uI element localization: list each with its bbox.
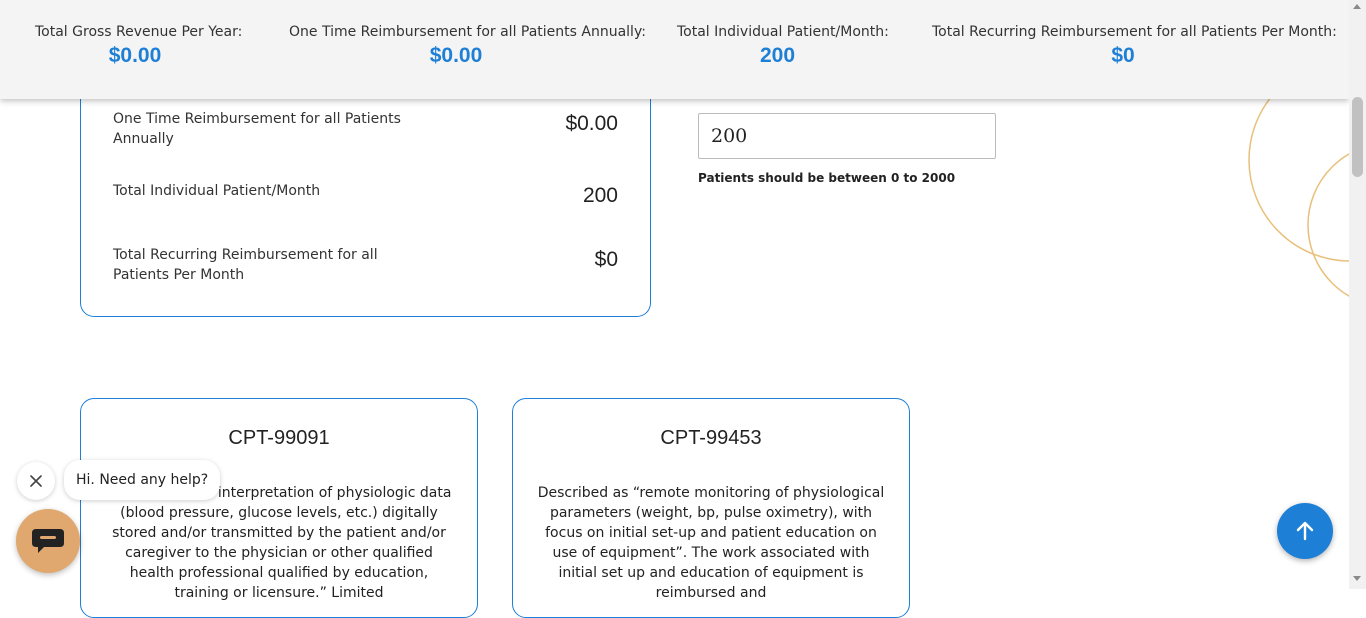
stat-value: $0 xyxy=(1111,44,1135,67)
stat-label: Total Gross Revenue Per Year: xyxy=(35,24,243,40)
stat-label: Total Recurring Reimbursement for all Pa… xyxy=(932,24,1337,40)
page-scrollbar[interactable] xyxy=(1349,0,1366,589)
patients-hint: Patients should be between 0 to 2000 xyxy=(698,171,956,185)
stat-one-time-reimbursement: One Time Reimbursement for all Patients … xyxy=(289,24,646,68)
scroll-up-arrow-icon[interactable] xyxy=(1353,4,1361,9)
chat-open-button[interactable] xyxy=(16,509,80,573)
summary-value: $0 xyxy=(594,248,618,271)
summary-row-recurring: Total Recurring Reimbursement for all Pa… xyxy=(113,245,618,289)
chat-close-button[interactable] xyxy=(17,462,55,500)
summary-value: $0.00 xyxy=(565,112,618,135)
summary-row-one-time: One Time Reimbursement for all Patients … xyxy=(113,109,618,153)
stat-value: $0.00 xyxy=(108,44,162,67)
stat-label: Total Individual Patient/Month: xyxy=(677,24,889,40)
summary-value: 200 xyxy=(582,184,618,207)
chat-greeting-bubble[interactable]: Hi. Need any help? xyxy=(64,460,221,500)
cpt-title: CPT-99091 xyxy=(228,427,330,449)
summary-label: Total Individual Patient/Month xyxy=(113,183,321,199)
summary-label: One Time Reimbursement for all Patients … xyxy=(113,111,401,147)
stat-value: 200 xyxy=(759,44,796,67)
stat-gross-revenue: Total Gross Revenue Per Year: $0.00 xyxy=(35,24,243,68)
cpt-description: Described as “remote monitoring of physi… xyxy=(537,485,885,601)
stat-value: $0.00 xyxy=(429,44,483,67)
decorative-arcs xyxy=(1248,60,1349,297)
scroll-down-arrow-icon[interactable] xyxy=(1353,576,1361,581)
cpt-card-99453: CPT-99453 Described as “remote monitorin… xyxy=(512,398,910,618)
summary-row-individual-patient: Total Individual Patient/Month 200 xyxy=(113,181,618,211)
cpt-description: “Collection and interpretation of physio… xyxy=(106,485,452,601)
summary-label: Total Recurring Reimbursement for all Pa… xyxy=(113,247,378,283)
arrow-up-icon xyxy=(1296,521,1314,541)
stat-label: One Time Reimbursement for all Patients … xyxy=(289,24,646,40)
stat-recurring-reimbursement: Total Recurring Reimbursement for all Pa… xyxy=(932,24,1337,68)
scroll-to-top-button[interactable] xyxy=(1277,503,1333,559)
cpt-card-99091: CPT-99091 “Collection and interpretation… xyxy=(80,398,478,618)
scrollbar-thumb[interactable] xyxy=(1352,97,1363,177)
patients-input[interactable] xyxy=(698,113,996,159)
summary-header: Total Gross Revenue Per Year: $0.00 One … xyxy=(0,0,1349,99)
stat-individual-patient: Total Individual Patient/Month: 200 xyxy=(677,24,889,68)
cpt-title: CPT-99453 xyxy=(660,427,762,449)
chat-icon xyxy=(32,529,64,553)
close-icon xyxy=(30,475,42,487)
